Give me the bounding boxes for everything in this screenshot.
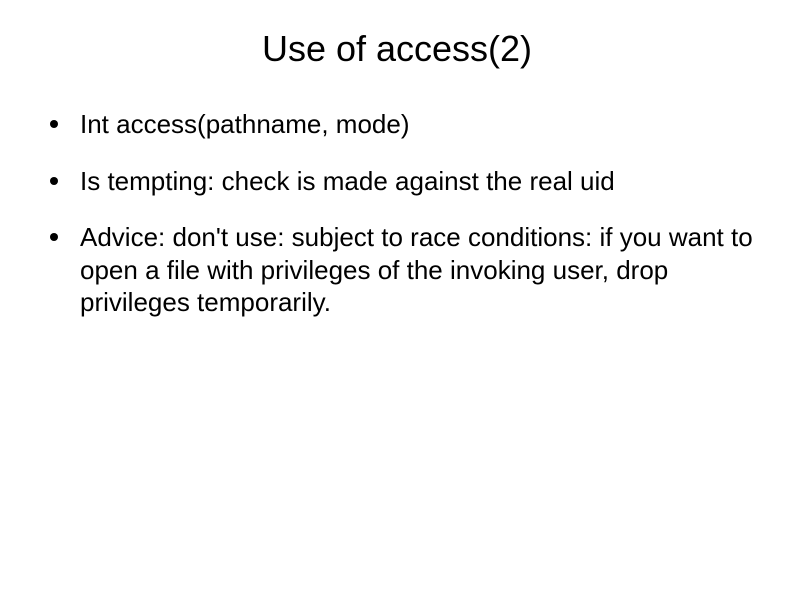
bullet-text: Advice: don't use: subject to race condi…	[80, 221, 754, 319]
bullet-text: Is tempting: check is made against the r…	[80, 165, 615, 198]
slide-title: Use of access(2)	[40, 28, 754, 70]
list-item: Int access(pathname, mode)	[50, 108, 754, 141]
bullet-icon	[50, 120, 58, 128]
bullet-icon	[50, 177, 58, 185]
bullet-icon	[50, 233, 58, 241]
list-item: Advice: don't use: subject to race condi…	[50, 221, 754, 319]
bullet-text: Int access(pathname, mode)	[80, 108, 410, 141]
bullet-list: Int access(pathname, mode) Is tempting: …	[40, 108, 754, 319]
list-item: Is tempting: check is made against the r…	[50, 165, 754, 198]
